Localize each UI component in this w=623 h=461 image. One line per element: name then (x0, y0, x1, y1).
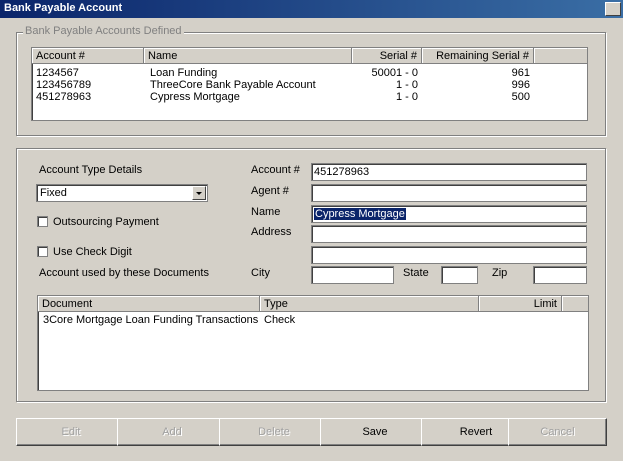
address-line2-field[interactable] (311, 246, 587, 264)
agent-label: Agent # (251, 185, 289, 197)
documents-list[interactable]: Document Type Limit 3Core Mortgage Loan … (37, 295, 589, 391)
documents-label: Account used by these Documents (39, 267, 209, 279)
account-type-label: Account Type Details (39, 164, 143, 176)
address-label: Address (251, 226, 292, 238)
account-number-label: Account # (251, 164, 300, 176)
column-header-limit[interactable]: Limit (479, 296, 562, 312)
city-label: City (251, 267, 270, 279)
cell-account: 123456789 (36, 79, 92, 91)
agent-field[interactable] (311, 184, 587, 202)
account-number-field[interactable]: 451278963 (311, 163, 587, 181)
account-type-select[interactable]: Fixed (36, 184, 208, 202)
check-digit-checkbox[interactable] (37, 246, 48, 257)
cell-name: ThreeCore Bank Payable Account (150, 79, 316, 91)
cell-serial: 1 - 0 (395, 79, 418, 91)
cell-account: 451278963 (36, 91, 92, 103)
chevron-down-icon[interactable] (192, 186, 206, 200)
name-value-selected: Cypress Mortgage (314, 208, 406, 220)
delete-button[interactable]: Delete (219, 418, 329, 446)
outsourcing-label[interactable]: Outsourcing Payment (53, 216, 159, 228)
accounts-list[interactable]: Account # Name Serial # Remaining Serial… (31, 47, 588, 121)
cell-document: 3Core Mortgage Loan Funding Transactions (43, 314, 259, 326)
state-label: State (403, 267, 429, 279)
name-field[interactable]: Cypress Mortgage (311, 205, 587, 223)
column-header-filler (562, 296, 588, 312)
column-header-document[interactable]: Document (38, 296, 260, 312)
add-button[interactable]: Add (117, 418, 227, 446)
cell-serial: 1 - 0 (395, 91, 418, 103)
window-title: Bank Payable Account (4, 2, 123, 14)
title-bar: Bank Payable Account (0, 0, 623, 18)
account-type-value: Fixed (40, 187, 67, 199)
column-header-serial[interactable]: Serial # (352, 48, 422, 64)
column-header-filler (534, 48, 587, 64)
column-header-account[interactable]: Account # (32, 48, 144, 64)
check-digit-label[interactable]: Use Check Digit (53, 246, 132, 258)
edit-button[interactable]: Edit (16, 418, 126, 446)
address-line1-field[interactable] (311, 225, 587, 243)
save-button[interactable]: Save (320, 418, 430, 446)
column-header-remaining-serial[interactable]: Remaining Serial # (422, 48, 534, 64)
cell-name: Loan Funding (150, 67, 218, 79)
name-label: Name (251, 206, 281, 218)
cell-serial: 50001 - 0 (371, 67, 418, 79)
cell-remaining: 961 (511, 67, 530, 79)
zip-label: Zip (492, 267, 508, 279)
cell-account: 1234567 (36, 67, 79, 79)
accounts-group-legend: Bank Payable Accounts Defined (23, 25, 184, 37)
column-header-name[interactable]: Name (144, 48, 352, 64)
cell-remaining: 996 (511, 79, 530, 91)
cell-type: Check (264, 314, 296, 326)
cancel-button[interactable]: Cancel (508, 418, 607, 446)
column-header-type[interactable]: Type (260, 296, 479, 312)
close-button[interactable] (605, 2, 621, 16)
zip-field[interactable] (533, 266, 587, 284)
outsourcing-checkbox[interactable] (37, 216, 48, 227)
state-field[interactable] (441, 266, 478, 284)
cell-remaining: 500 (511, 91, 530, 103)
city-field[interactable] (311, 266, 394, 284)
cell-name: Cypress Mortgage (150, 91, 240, 103)
